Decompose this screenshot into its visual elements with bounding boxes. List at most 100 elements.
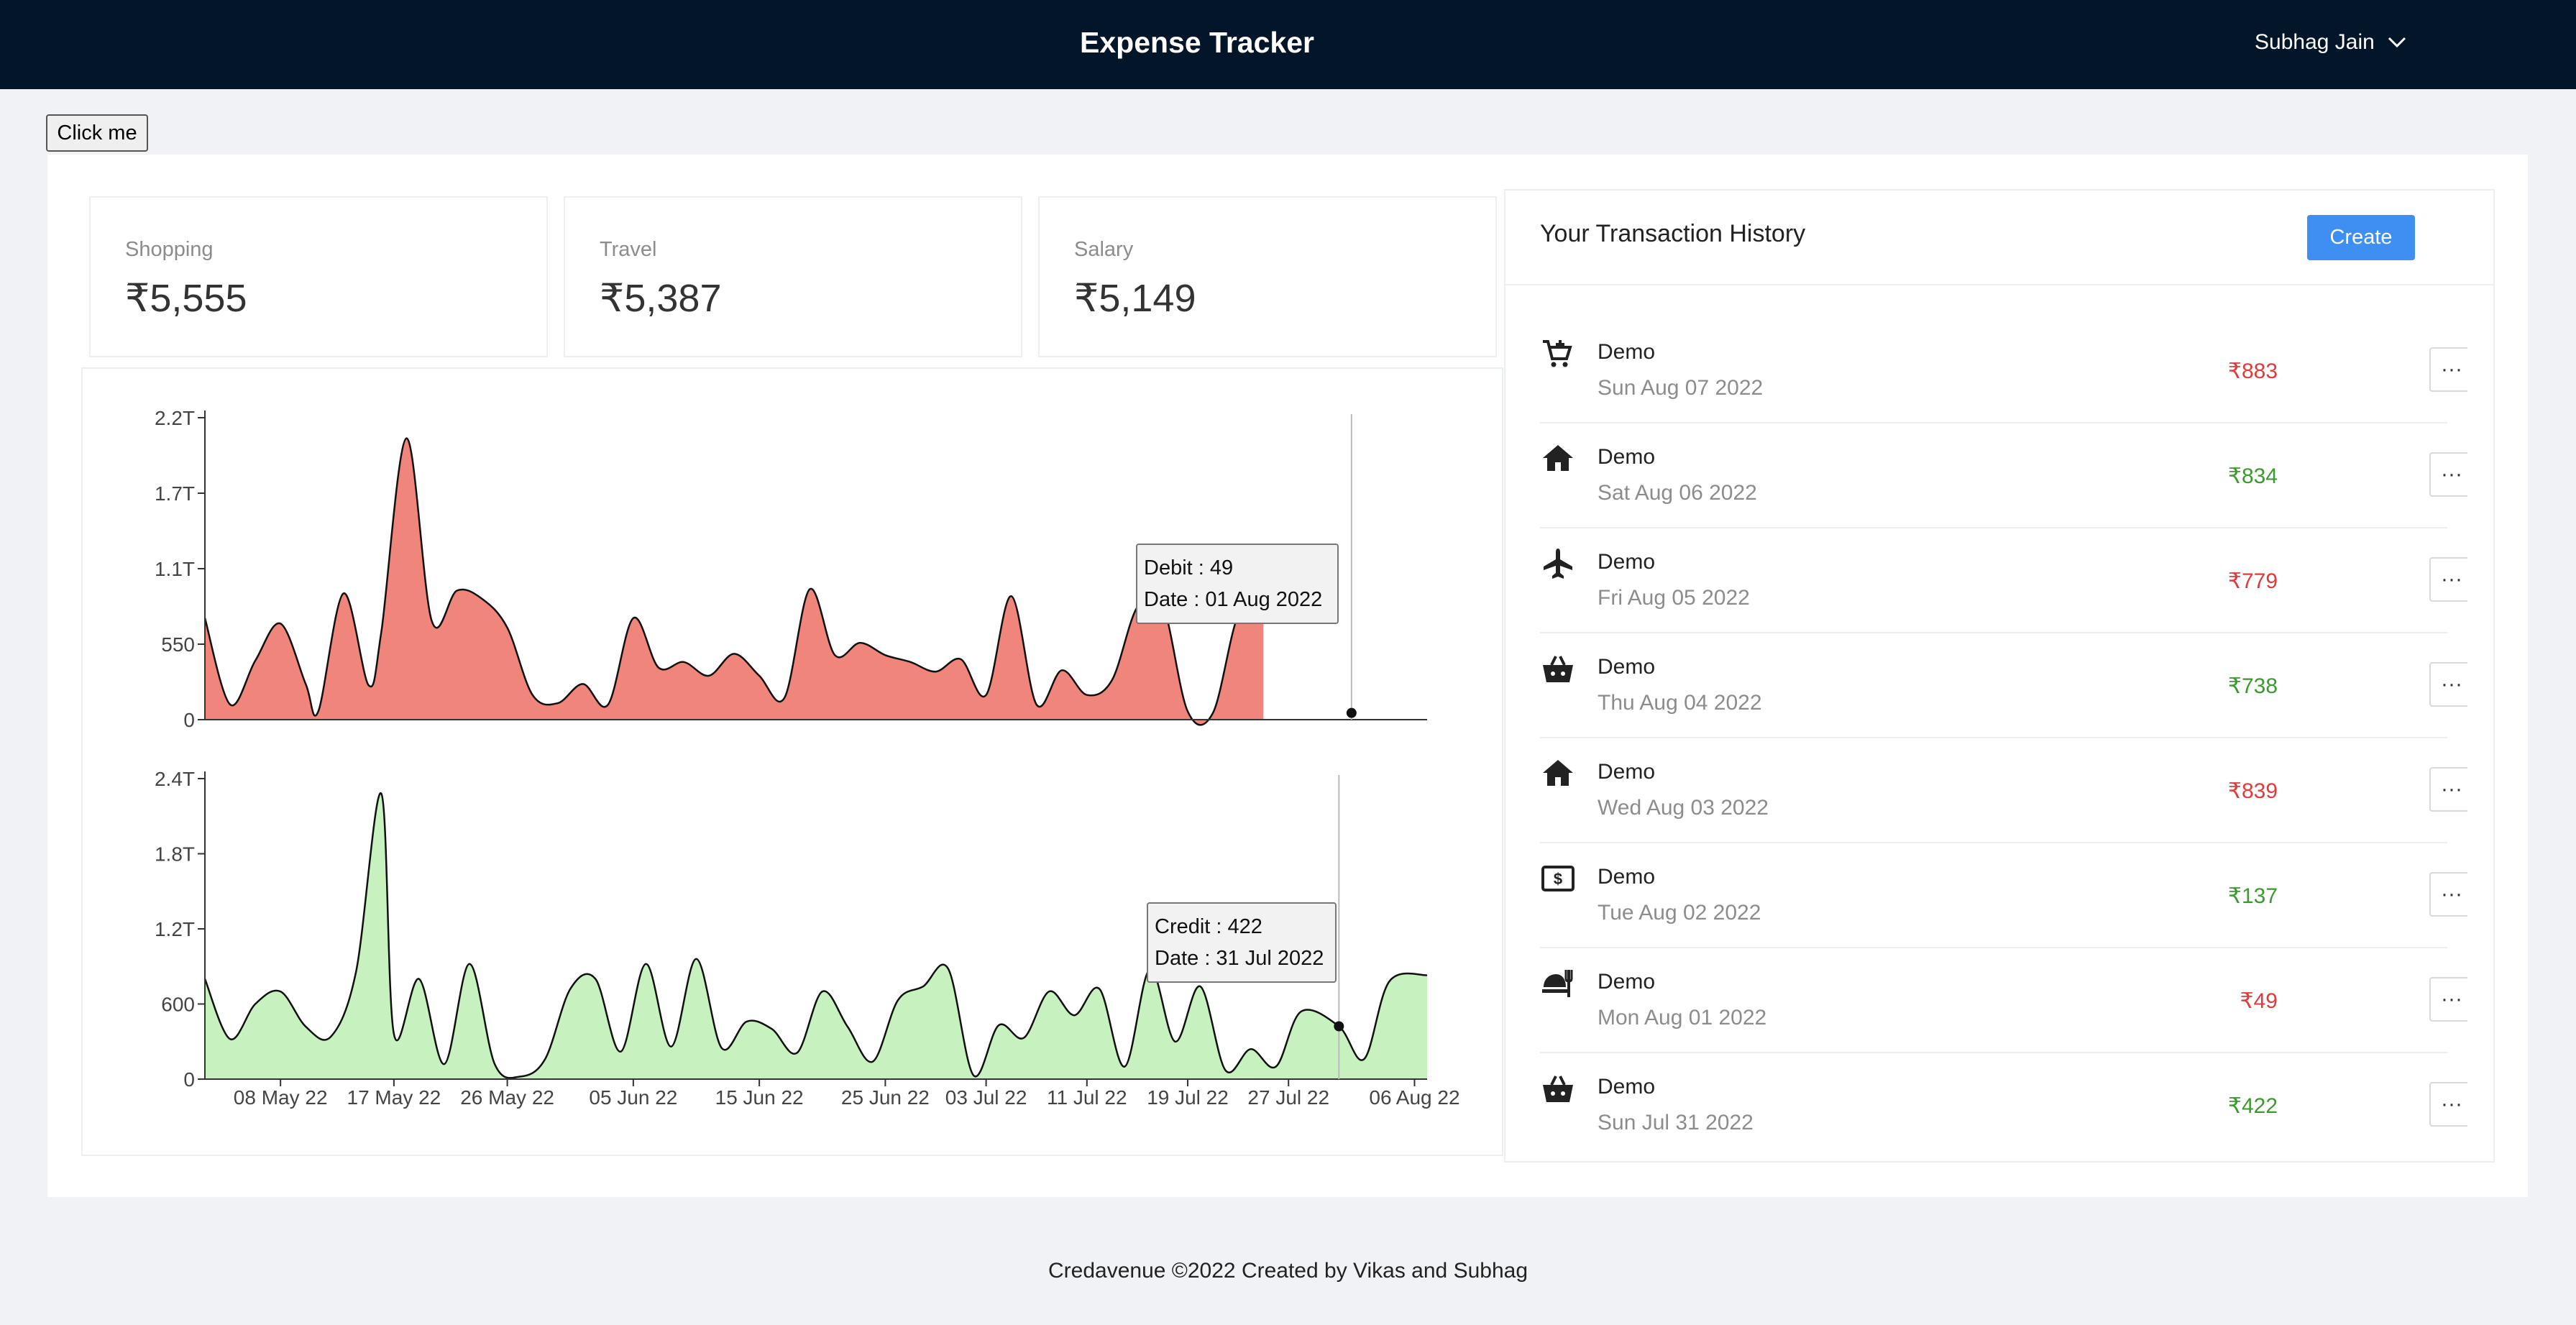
travel-card: Travel ₹5,387 <box>564 196 1022 357</box>
x-tick-label: 17 May 22 <box>347 1086 441 1109</box>
y-tick-label: 1.8T <box>155 843 195 866</box>
transaction-more-button[interactable]: ··· <box>2429 662 2467 707</box>
x-tick-label: 03 Jul 22 <box>945 1086 1027 1109</box>
transaction-row[interactable]: Demo Sun Aug 07 2022 ₹883 <box>1540 318 2447 423</box>
x-tick-label: 19 Jul 22 <box>1147 1086 1229 1109</box>
salary-card: Salary ₹5,149 <box>1038 196 1497 357</box>
transaction-more-button[interactable]: ··· <box>2429 767 2467 812</box>
transaction-more-button[interactable]: ··· <box>2429 977 2467 1022</box>
x-tick-label: 06 Aug 22 <box>1369 1086 1459 1109</box>
transaction-row[interactable]: Demo Thu Aug 04 2022 ₹738 <box>1540 633 2447 738</box>
transaction-name: Demo <box>1598 865 1656 889</box>
hover-point <box>1346 707 1357 718</box>
transaction-row[interactable]: $ Demo Tue Aug 02 2022 ₹137 <box>1540 843 2447 948</box>
tooltip: Credit : 422 Date : 31 Jul 2022 <box>1147 902 1337 983</box>
transaction-row[interactable]: Demo Wed Aug 03 2022 ₹839 <box>1540 738 2447 843</box>
app-header: Expense Tracker Subhag Jain <box>0 0 2576 89</box>
charts-svg[interactable]: 0 550 1.1T 1.7T 2.2T Debit : 49 Date : 01 Aug … <box>83 369 1505 1157</box>
transaction-more-button[interactable]: ··· <box>2429 557 2467 602</box>
y-tick-label: 2.2T <box>155 407 195 429</box>
airplane-icon <box>1544 549 1572 579</box>
transaction-name: Demo <box>1598 760 1656 784</box>
tooltip-line-1: Credit : 422 <box>1155 915 1262 938</box>
transaction-list[interactable]: Demo Sun Aug 07 2022 ₹883 ··· Demo Sat Aug 06… <box>1540 318 2467 1137</box>
y-tick-label: 0 <box>183 1068 195 1091</box>
svg-text:$: $ <box>1554 870 1562 888</box>
tooltip-line-2: Date : 31 Jul 2022 <box>1155 947 1324 970</box>
money-bill-icon: $ <box>1541 866 1575 891</box>
transaction-date: Sun Aug 07 2022 <box>1598 376 1764 400</box>
tooltip: Debit : 49 Date : 01 Aug 2022 <box>1136 544 1339 624</box>
card-value: ₹5,387 <box>600 277 722 320</box>
transaction-amount: ₹834 <box>2227 464 2278 488</box>
cart-plus-icon <box>1543 340 1572 367</box>
transaction-date: Thu Aug 04 2022 <box>1598 691 1762 715</box>
transaction-amount: ₹779 <box>2227 569 2278 593</box>
transaction-amount: ₹883 <box>2227 359 2278 383</box>
food-icon <box>1542 970 1573 997</box>
transaction-more-button[interactable]: ··· <box>2429 452 2467 497</box>
chart-panel: 0 550 1.1T 1.7T 2.2T Debit : 49 Date : 01 Aug … <box>81 367 1503 1156</box>
card-label: Shopping <box>125 238 214 261</box>
x-tick-label: 05 Jun 22 <box>589 1086 677 1109</box>
transaction-more-button[interactable]: ··· <box>2429 1082 2467 1127</box>
shopping-card: Shopping ₹5,555 <box>89 196 548 357</box>
user-menu[interactable]: Subhag Jain <box>2255 30 2406 55</box>
y-tick-label: 1.7T <box>155 482 195 505</box>
x-tick-label: 25 Jun 22 <box>841 1086 930 1109</box>
credit-chart: 0 600 1.2T 1.8T 2.4T 08 May 22 17 May 22 26 May… <box>155 768 1460 1109</box>
transaction-date: Wed Aug 03 2022 <box>1598 796 1769 820</box>
transaction-name: Demo <box>1598 970 1656 994</box>
transaction-name: Demo <box>1598 445 1656 469</box>
footer-text: Credavenue ©2022 Created by Vikas and Su… <box>1048 1259 1528 1283</box>
shopping-basket-icon <box>1543 1076 1573 1102</box>
transaction-name: Demo <box>1598 340 1656 364</box>
debit-chart: 0 550 1.1T 1.7T 2.2T Debit : 49 Date : 01 Aug … <box>155 407 1427 731</box>
create-button[interactable]: Create <box>2307 215 2415 260</box>
y-tick-label: 0 <box>183 709 195 731</box>
x-tick-label: 15 Jun 22 <box>715 1086 804 1109</box>
transaction-title: Your Transaction History <box>1540 220 1806 247</box>
transaction-date: Mon Aug 01 2022 <box>1598 1006 1767 1030</box>
y-tick-label: 1.2T <box>155 918 195 940</box>
transaction-more-button[interactable]: ··· <box>2429 347 2467 392</box>
card-label: Travel <box>600 238 657 261</box>
transaction-amount: ₹839 <box>2227 779 2278 803</box>
tooltip-line-1: Debit : 49 <box>1144 556 1233 579</box>
transaction-amount: ₹137 <box>2227 884 2278 908</box>
transaction-row[interactable]: Demo Mon Aug 01 2022 ₹49 <box>1540 948 2447 1053</box>
transaction-date: Tue Aug 02 2022 <box>1598 901 1761 925</box>
transaction-header: Your Transaction History Create <box>1505 191 2493 285</box>
y-tick-label: 550 <box>161 633 195 656</box>
transaction-row[interactable]: Demo Fri Aug 05 2022 ₹779 <box>1540 528 2447 633</box>
card-value: ₹5,555 <box>125 277 247 320</box>
area-fill <box>205 438 1264 725</box>
hover-point <box>1334 1021 1344 1032</box>
transaction-date: Sun Jul 31 2022 <box>1598 1111 1754 1134</box>
x-tick-label: 27 Jul 22 <box>1247 1086 1329 1109</box>
x-tick-label: 26 May 22 <box>460 1086 554 1109</box>
user-name: Subhag Jain <box>2255 30 2375 54</box>
card-label: Salary <box>1074 238 1134 261</box>
y-tick-label: 2.4T <box>155 768 195 790</box>
transaction-more-button[interactable]: ··· <box>2429 872 2467 917</box>
y-tick-label: 1.1T <box>155 558 195 580</box>
home-icon <box>1543 445 1573 471</box>
transaction-name: Demo <box>1598 655 1656 679</box>
x-tick-label: 11 Jul 22 <box>1047 1086 1127 1109</box>
app-title: Expense Tracker <box>1080 26 1314 59</box>
transaction-name: Demo <box>1598 550 1656 574</box>
transaction-amount: ₹49 <box>2240 989 2278 1013</box>
tooltip-line-2: Date : 01 Aug 2022 <box>1144 588 1322 611</box>
card-value: ₹5,149 <box>1074 277 1196 320</box>
x-tick-label: 08 May 22 <box>234 1086 328 1109</box>
transaction-date: Sat Aug 06 2022 <box>1598 481 1757 505</box>
transaction-row[interactable]: Demo Sat Aug 06 2022 ₹834 <box>1540 423 2447 528</box>
y-tick-label: 600 <box>161 994 195 1016</box>
transaction-date: Fri Aug 05 2022 <box>1598 586 1750 610</box>
shopping-basket-icon <box>1543 656 1573 682</box>
transaction-panel: Your Transaction History Create Demo Sun … <box>1504 189 2495 1163</box>
click-me-button[interactable]: Click me <box>46 114 148 152</box>
transaction-row[interactable]: Demo Sun Jul 31 2022 ₹422 <box>1540 1053 2447 1137</box>
home-icon <box>1543 760 1573 786</box>
